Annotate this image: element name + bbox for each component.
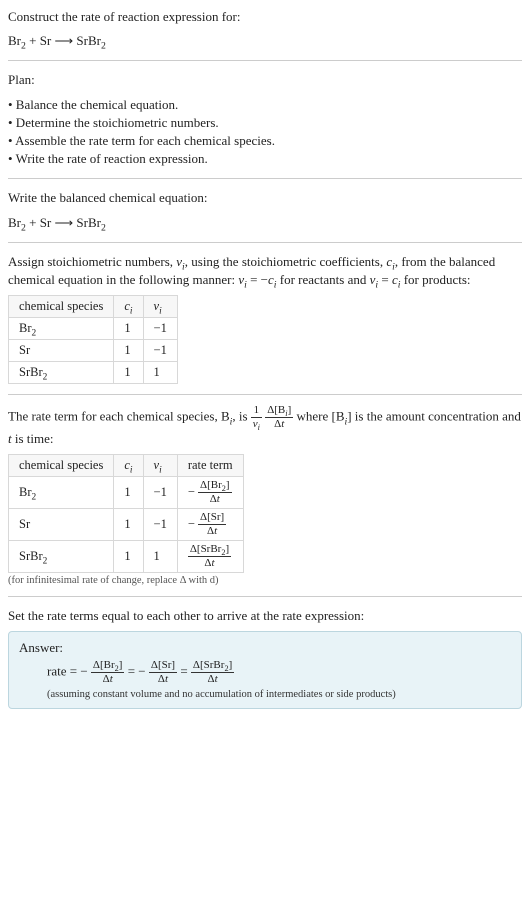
prompt-title: Construct the rate of reaction expressio… [8, 8, 522, 26]
answer-expression: rate = − Δ[Br2]Δt = − Δ[Sr]Δt = Δ[SrBr2]… [47, 660, 511, 685]
table-note: (for infinitesimal rate of change, repla… [8, 575, 522, 586]
cell-species: Br2 [9, 318, 114, 340]
cell-v: −1 [143, 318, 177, 340]
cell-c: 1 [114, 318, 143, 340]
cell-species: SrBr2 [9, 541, 114, 573]
cell-species: Sr [9, 340, 114, 362]
plan-item: • Assemble the rate term for each chemic… [8, 132, 522, 150]
rate-term-intro: The rate term for each chemical species,… [8, 405, 522, 448]
table-row: SrBr2 1 1 [9, 362, 178, 384]
divider [8, 394, 522, 395]
answer-note: (assuming constant volume and no accumul… [47, 689, 511, 700]
stoich-intro: Assign stoichiometric numbers, νi, using… [8, 253, 522, 289]
cell-v: −1 [143, 477, 177, 509]
plan-heading: Plan: [8, 71, 522, 89]
col-v: νi [143, 296, 177, 318]
cell-c: 1 [114, 340, 143, 362]
col-c: ci [114, 296, 143, 318]
answer-label: Answer: [19, 640, 511, 656]
table-header-row: chemical species ci νi [9, 296, 178, 318]
stoich-table: chemical species ci νi Br2 1 −1 Sr 1 −1 … [8, 295, 178, 384]
divider [8, 60, 522, 61]
rate-term-table: chemical species ci νi rate term Br2 1 −… [8, 454, 244, 573]
cell-species: SrBr2 [9, 362, 114, 384]
cell-c: 1 [114, 509, 143, 541]
table-row: Br2 1 −1 − Δ[Br2]Δt [9, 477, 244, 509]
cell-c: 1 [114, 541, 143, 573]
plan-item: • Balance the chemical equation. [8, 96, 522, 114]
cell-v: −1 [143, 340, 177, 362]
cell-rate: − Δ[Br2]Δt [177, 477, 243, 509]
col-rate: rate term [177, 455, 243, 477]
cell-species: Br2 [9, 477, 114, 509]
table-row: SrBr2 1 1 Δ[SrBr2]Δt [9, 541, 244, 573]
cell-v: 1 [143, 362, 177, 384]
balanced-reaction: Br2 + Sr ⟶ SrBr2 [8, 214, 522, 232]
balanced-heading: Write the balanced chemical equation: [8, 189, 522, 207]
divider [8, 596, 522, 597]
answer-box: Answer: rate = − Δ[Br2]Δt = − Δ[Sr]Δt = … [8, 631, 522, 709]
plan-item: • Write the rate of reaction expression. [8, 150, 522, 168]
col-species: chemical species [9, 455, 114, 477]
table-row: Sr 1 −1 [9, 340, 178, 362]
col-c: ci [114, 455, 143, 477]
col-v: νi [143, 455, 177, 477]
prompt-reaction: Br2 + Sr ⟶ SrBr2 [8, 32, 522, 50]
table-header-row: chemical species ci νi rate term [9, 455, 244, 477]
cell-species: Sr [9, 509, 114, 541]
divider [8, 242, 522, 243]
table-row: Sr 1 −1 − Δ[Sr]Δt [9, 509, 244, 541]
cell-c: 1 [114, 477, 143, 509]
cell-v: −1 [143, 509, 177, 541]
plan-list: • Balance the chemical equation. • Deter… [8, 96, 522, 169]
cell-rate: − Δ[Sr]Δt [177, 509, 243, 541]
cell-rate: Δ[SrBr2]Δt [177, 541, 243, 573]
plan-item: • Determine the stoichiometric numbers. [8, 114, 522, 132]
final-heading: Set the rate terms equal to each other t… [8, 607, 522, 625]
cell-v: 1 [143, 541, 177, 573]
col-species: chemical species [9, 296, 114, 318]
divider [8, 178, 522, 179]
cell-c: 1 [114, 362, 143, 384]
table-row: Br2 1 −1 [9, 318, 178, 340]
